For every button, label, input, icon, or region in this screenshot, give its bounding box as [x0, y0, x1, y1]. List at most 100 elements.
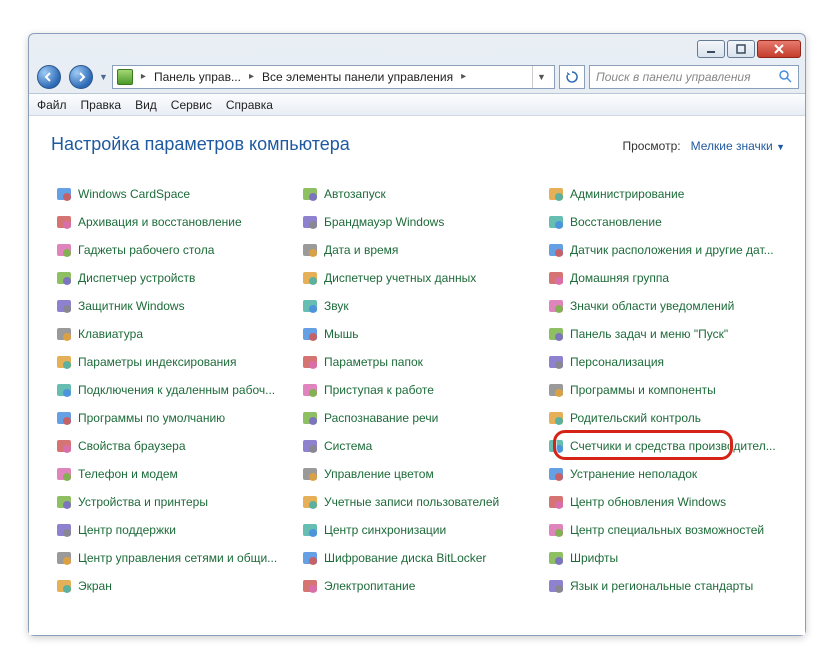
- control-panel-item[interactable]: Центр управления сетями и общи...: [51, 547, 291, 569]
- cardspace-icon: [56, 186, 72, 202]
- programs-icon: [548, 382, 564, 398]
- control-panel-item[interactable]: Свойства браузера: [51, 435, 291, 457]
- maximize-button[interactable]: [727, 40, 755, 58]
- control-panel-item-label: Шифрование диска BitLocker: [324, 551, 486, 565]
- history-dropdown-icon[interactable]: ▼: [99, 72, 108, 82]
- control-panel-item[interactable]: Автозапуск: [297, 183, 537, 205]
- address-dropdown[interactable]: ▼: [532, 66, 550, 88]
- back-button[interactable]: [35, 63, 63, 91]
- menu-file[interactable]: Файл: [37, 98, 67, 112]
- control-panel-item[interactable]: Дата и время: [297, 239, 537, 261]
- breadcrumb-current[interactable]: Все элементы панели управления: [262, 70, 453, 84]
- control-panel-item[interactable]: Значки области уведомлений: [543, 295, 783, 317]
- personalization-icon: [548, 354, 564, 370]
- control-panel-item[interactable]: Панель задач и меню "Пуск": [543, 323, 783, 345]
- sensor-icon: [548, 242, 564, 258]
- control-panel-icon: [117, 69, 133, 85]
- control-panel-item[interactable]: Персонализация: [543, 351, 783, 373]
- control-panel-item[interactable]: Центр специальных возможностей: [543, 519, 783, 541]
- control-panel-item[interactable]: Счетчики и средства производител...: [543, 435, 783, 457]
- menu-edit[interactable]: Правка: [81, 98, 122, 112]
- control-panel-item[interactable]: Гаджеты рабочего стола: [51, 239, 291, 261]
- control-panel-item-label: Датчик расположения и другие дат...: [570, 243, 774, 257]
- control-panel-item[interactable]: Восстановление: [543, 211, 783, 233]
- navigation-bar: ▼ ▸ Панель управ... ▸ Все элементы панел…: [29, 60, 805, 94]
- network-center-icon: [56, 550, 72, 566]
- control-panel-item[interactable]: Защитник Windows: [51, 295, 291, 317]
- breadcrumb-root[interactable]: Панель управ...: [154, 70, 241, 84]
- phone-icon: [56, 466, 72, 482]
- titlebar: [29, 34, 805, 60]
- control-panel-item[interactable]: Параметры папок: [297, 351, 537, 373]
- control-panel-item[interactable]: Брандмауэр Windows: [297, 211, 537, 233]
- control-panel-item[interactable]: Администрирование: [543, 183, 783, 205]
- search-box[interactable]: Поиск в панели управления: [589, 65, 799, 89]
- control-panel-item-label: Управление цветом: [324, 467, 434, 481]
- control-panel-item[interactable]: Устранение неполадок: [543, 463, 783, 485]
- sync-center-icon: [302, 522, 318, 538]
- control-panel-item[interactable]: Шифрование диска BitLocker: [297, 547, 537, 569]
- tray-icon: [548, 298, 564, 314]
- refresh-button[interactable]: [559, 65, 585, 89]
- control-panel-item[interactable]: Звук: [297, 295, 537, 317]
- close-button[interactable]: [757, 40, 801, 58]
- control-panel-item[interactable]: Язык и региональные стандарты: [543, 575, 783, 597]
- firewall-icon: [302, 214, 318, 230]
- control-panel-item-label: Значки области уведомлений: [570, 299, 734, 313]
- troubleshoot-icon: [548, 466, 564, 482]
- chevron-right-icon: ▸: [459, 71, 468, 82]
- control-panel-item[interactable]: Центр синхронизации: [297, 519, 537, 541]
- forward-button[interactable]: [67, 63, 95, 91]
- backup-icon: [56, 214, 72, 230]
- control-panel-item-label: Параметры индексирования: [78, 355, 236, 369]
- control-panel-item-label: Домашняя группа: [570, 271, 669, 285]
- control-panel-item[interactable]: Система: [297, 435, 537, 457]
- search-icon: [779, 70, 792, 83]
- bitlocker-icon: [302, 550, 318, 566]
- devices-printers-icon: [56, 494, 72, 510]
- control-panel-item[interactable]: Подключения к удаленным рабоч...: [51, 379, 291, 401]
- control-panel-item-label: Центр синхронизации: [324, 523, 446, 537]
- control-panel-item[interactable]: Клавиатура: [51, 323, 291, 345]
- control-panel-item[interactable]: Управление цветом: [297, 463, 537, 485]
- recovery-icon: [548, 214, 564, 230]
- control-panel-item[interactable]: Родительский контроль: [543, 407, 783, 429]
- control-panel-item[interactable]: Распознавание речи: [297, 407, 537, 429]
- control-panel-item[interactable]: Программы по умолчанию: [51, 407, 291, 429]
- taskbar-icon: [548, 326, 564, 342]
- credential-icon: [302, 270, 318, 286]
- control-panel-item[interactable]: Мышь: [297, 323, 537, 345]
- control-panel-item[interactable]: Датчик расположения и другие дат...: [543, 239, 783, 261]
- control-panel-item[interactable]: Windows CardSpace: [51, 183, 291, 205]
- control-panel-item[interactable]: Параметры индексирования: [51, 351, 291, 373]
- minimize-button[interactable]: [697, 40, 725, 58]
- control-panel-item-label: Телефон и модем: [78, 467, 178, 481]
- view-value-link[interactable]: Мелкие значки ▼: [691, 139, 785, 153]
- address-bar[interactable]: ▸ Панель управ... ▸ Все элементы панели …: [112, 65, 555, 89]
- control-panel-item[interactable]: Телефон и модем: [51, 463, 291, 485]
- menu-service[interactable]: Сервис: [171, 98, 212, 112]
- datetime-icon: [302, 242, 318, 258]
- control-panel-item[interactable]: Центр поддержки: [51, 519, 291, 541]
- control-panel-item-label: Свойства браузера: [78, 439, 186, 453]
- menu-help[interactable]: Справка: [226, 98, 273, 112]
- control-panel-item[interactable]: Приступая к работе: [297, 379, 537, 401]
- control-panel-item[interactable]: Шрифты: [543, 547, 783, 569]
- control-panel-item[interactable]: Диспетчер устройств: [51, 267, 291, 289]
- control-panel-item[interactable]: Диспетчер учетных данных: [297, 267, 537, 289]
- control-panel-item[interactable]: Учетные записи пользователей: [297, 491, 537, 513]
- control-panel-item[interactable]: Устройства и принтеры: [51, 491, 291, 513]
- control-panel-item[interactable]: Домашняя группа: [543, 267, 783, 289]
- control-panel-item-label: Подключения к удаленным рабоч...: [78, 383, 275, 397]
- admin-icon: [548, 186, 564, 202]
- control-panel-item-label: Клавиатура: [78, 327, 143, 341]
- autoplay-icon: [302, 186, 318, 202]
- control-panel-item[interactable]: Программы и компоненты: [543, 379, 783, 401]
- menu-view[interactable]: Вид: [135, 98, 157, 112]
- control-panel-item-label: Звук: [324, 299, 349, 313]
- control-panel-item[interactable]: Экран: [51, 575, 291, 597]
- control-panel-item[interactable]: Центр обновления Windows: [543, 491, 783, 513]
- control-panel-item[interactable]: Архивация и восстановление: [51, 211, 291, 233]
- menu-bar: Файл Правка Вид Сервис Справка: [29, 94, 805, 116]
- control-panel-item[interactable]: Электропитание: [297, 575, 537, 597]
